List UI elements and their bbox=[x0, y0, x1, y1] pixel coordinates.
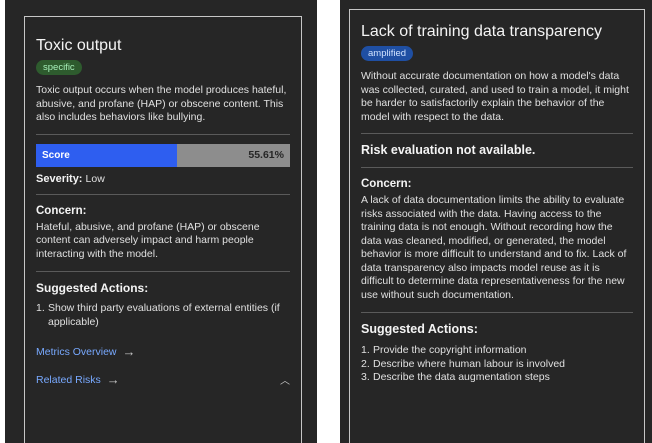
divider bbox=[361, 312, 633, 313]
divider bbox=[36, 133, 290, 135]
action-text: Describe where human labour is involved bbox=[373, 357, 566, 370]
concern-heading: Concern: bbox=[361, 178, 412, 190]
divider bbox=[36, 193, 290, 195]
arrow-right-icon: → bbox=[122, 344, 136, 359]
risk-card-content: Toxic output specific Toxic output occur… bbox=[36, 36, 290, 387]
score-value: 55.61% bbox=[248, 149, 284, 161]
severity-label: Severity: bbox=[36, 172, 83, 185]
concern-text: A lack of data documentation limits the … bbox=[361, 194, 627, 301]
risk-card: Toxic output specific Toxic output occur… bbox=[24, 16, 302, 443]
action-number: 2. bbox=[361, 357, 370, 370]
risk-evaluation-status: Risk evaluation not available. bbox=[361, 143, 536, 157]
divider bbox=[361, 167, 633, 168]
action-text: Describe the data augmentation steps bbox=[373, 371, 550, 383]
list-item: 1. Show third party evaluations of exter… bbox=[36, 302, 290, 329]
actions-heading: Suggested Actions: bbox=[36, 281, 149, 295]
list-item: 1. Provide the copyright information bbox=[361, 344, 633, 358]
action-number: 1. bbox=[361, 344, 370, 356]
actions-list: 1. Show third party evaluations of exter… bbox=[36, 302, 290, 329]
risk-card: Lack of training data transparency ampli… bbox=[349, 9, 645, 443]
action-number: 1. bbox=[36, 302, 45, 314]
action-text: Show third party evaluations of external… bbox=[48, 302, 280, 328]
concern-heading: Concern: bbox=[36, 204, 87, 217]
related-risks-label: Related Risks bbox=[36, 373, 101, 386]
score-bar: Score 55.61% bbox=[36, 143, 290, 167]
action-number: 3. bbox=[361, 371, 370, 383]
risk-title: Toxic output bbox=[36, 37, 122, 54]
list-item: 2. Describe where human labour is involv… bbox=[361, 358, 633, 372]
action-text: Provide the copyright information bbox=[373, 344, 527, 356]
score-bar-fill: Score bbox=[36, 143, 178, 167]
list-item: 3. Describe the data augmentation steps bbox=[361, 371, 633, 385]
arrow-right-icon: → bbox=[106, 372, 120, 387]
risk-card-content: Lack of training data transparency ampli… bbox=[361, 22, 633, 385]
risk-tag: amplified bbox=[361, 46, 414, 61]
risk-description: Toxic output occurs when the model produ… bbox=[36, 84, 287, 123]
risk-title: Lack of training data transparency bbox=[361, 23, 603, 40]
risk-tag: specific bbox=[36, 60, 82, 75]
risk-description: Without accurate documentation on how a … bbox=[361, 70, 629, 123]
risk-card-panel-toxic: Toxic output specific Toxic output occur… bbox=[5, 0, 317, 443]
divider bbox=[361, 133, 633, 134]
score-label: Score bbox=[42, 149, 70, 161]
metrics-overview-label: Metrics Overview bbox=[36, 345, 117, 358]
metrics-overview-link[interactable]: Metrics Overview → bbox=[36, 344, 290, 359]
risk-card-panel-transparency: Lack of training data transparency ampli… bbox=[340, 0, 652, 443]
actions-list: 1. Provide the copyright information 2. … bbox=[361, 344, 633, 385]
concern-text: Hateful, abusive, and profane (HAP) or o… bbox=[36, 220, 260, 260]
divider bbox=[36, 271, 290, 272]
score-bar-remainder: 55.61% bbox=[177, 143, 290, 167]
related-risks-link[interactable]: Related Risks → ︿ bbox=[36, 372, 290, 387]
severity-value: Low bbox=[85, 172, 105, 185]
chevron-up-icon[interactable]: ︿ bbox=[280, 372, 290, 387]
severity: Severity: Low bbox=[36, 173, 290, 185]
actions-heading: Suggested Actions: bbox=[361, 322, 478, 336]
